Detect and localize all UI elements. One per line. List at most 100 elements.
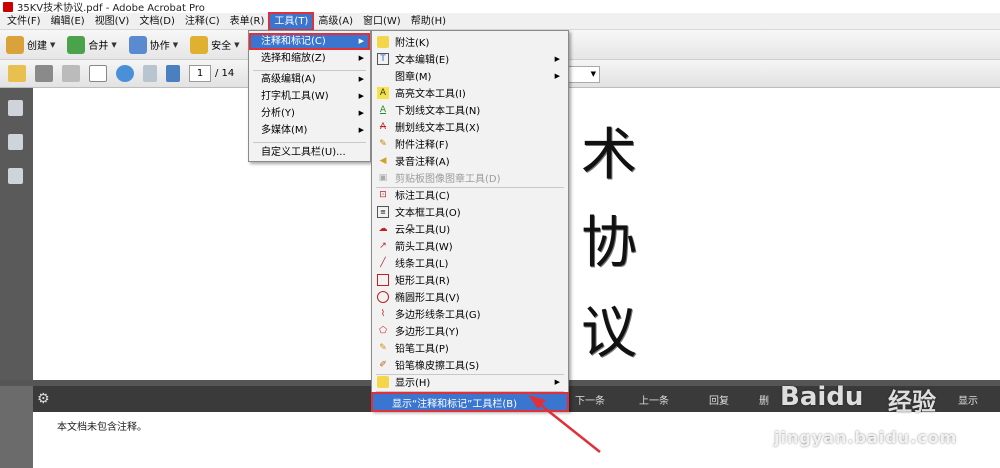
clipboard-stamp-icon: ▣ xyxy=(378,172,388,183)
document-text: 协 xyxy=(581,211,637,276)
save-icon[interactable] xyxy=(62,65,80,82)
pages-icon[interactable] xyxy=(8,100,23,116)
submenu-item-stamps[interactable]: 图章(M) ▶ xyxy=(372,67,568,84)
menu-item-advanced-editing[interactable]: 高级编辑(A) ▶ xyxy=(249,71,370,88)
chevron-down-icon: ▼ xyxy=(50,40,56,49)
arrow-icon: ↗ xyxy=(379,240,387,251)
submenu-item-arrow[interactable]: ↗ 箭头工具(W) xyxy=(372,237,568,254)
document-text: 议 xyxy=(581,301,637,366)
menu-help[interactable]: 帮助(H) xyxy=(406,13,451,30)
combine-label: 合并 xyxy=(88,41,109,52)
submenu-item-text-edits[interactable]: T 文本编辑(E) ▶ xyxy=(372,50,568,67)
submenu-item-pencil[interactable]: ✎ 铅笔工具(P) xyxy=(372,339,568,356)
bookmarks-icon[interactable] xyxy=(8,134,23,150)
submenu-item-cloud[interactable]: ☁ 云朵工具(U) xyxy=(372,220,568,237)
submenu-item-label: 显示“注释和标记”工具栏(B) xyxy=(392,398,518,410)
create-button[interactable]: 创建 ▼ xyxy=(6,35,56,54)
submenu-item-label: 下划线文本工具(N) xyxy=(395,106,481,117)
watermark-jingyan: 经验 xyxy=(888,388,936,416)
submenu-item-label: 云朵工具(U) xyxy=(395,225,451,236)
open-folder-icon[interactable] xyxy=(8,65,26,82)
menu-view[interactable]: 视图(V) xyxy=(90,13,135,30)
print-icon[interactable] xyxy=(35,65,53,82)
submenu-item-rectangle[interactable]: 矩形工具(R) xyxy=(372,271,568,288)
menu-separator xyxy=(253,142,366,143)
next-page-icon[interactable] xyxy=(166,65,180,82)
page-number-input[interactable]: 1 xyxy=(189,65,211,82)
gear-icon[interactable]: ⚙ xyxy=(37,391,50,407)
submenu-item-polygon[interactable]: ⬠ 多边形工具(Y) xyxy=(372,322,568,339)
menu-tools[interactable]: 工具(T) xyxy=(268,11,315,31)
textbox-icon: ≡ xyxy=(377,205,389,218)
show-icon xyxy=(377,375,389,388)
pencil-icon: ✎ xyxy=(379,342,387,353)
chevron-right-icon: ▶ xyxy=(554,71,560,80)
acrobat-app-icon xyxy=(3,1,13,12)
underline-icon: A xyxy=(379,104,387,115)
submenu-item-underline[interactable]: A 下划线文本工具(N) xyxy=(372,101,568,118)
globe-icon[interactable] xyxy=(116,65,134,82)
submenu-item-polyline[interactable]: ⌇ 多边形线条工具(G) xyxy=(372,305,568,322)
submenu-item-show-markup-toolbar[interactable]: 显示“注释和标记”工具栏(B) xyxy=(371,392,569,412)
chevron-right-icon: ▶ xyxy=(358,126,364,134)
chevron-right-icon: ▶ xyxy=(358,75,364,83)
menu-item-label: 高级编辑(A) xyxy=(261,74,316,85)
signatures-icon[interactable] xyxy=(8,168,23,184)
menu-separator xyxy=(376,391,564,392)
submenu-item-sticky-note[interactable]: 附注(K) xyxy=(372,33,568,50)
submenu-item-label: 铅笔工具(P) xyxy=(395,344,449,355)
menu-item-select-zoom[interactable]: 选择和缩放(Z) ▶ xyxy=(249,50,370,67)
submenu-item-attach-file[interactable]: ✎ 附件注释(F) xyxy=(372,135,568,152)
menu-item-typewriter[interactable]: 打字机工具(W) ▶ xyxy=(249,88,370,105)
stamp-icon xyxy=(377,70,389,82)
combine-button[interactable]: 合并 ▼ xyxy=(67,35,117,54)
email-icon[interactable] xyxy=(89,65,107,82)
menu-item-label: 自定义工具栏(U)... xyxy=(261,147,346,158)
menu-advanced[interactable]: 高级(A) xyxy=(313,13,358,30)
menu-forms[interactable]: 表单(R) xyxy=(225,13,270,30)
document-text: 术 xyxy=(581,123,637,188)
menu-item-multimedia[interactable]: 多媒体(M) ▶ xyxy=(249,122,370,139)
menu-item-customize-toolbars[interactable]: 自定义工具栏(U)... xyxy=(249,144,370,161)
submenu-item-label: 显示(H) xyxy=(395,378,431,389)
menu-file[interactable]: 文件(F) xyxy=(2,13,46,30)
chevron-down-icon: ▼ xyxy=(111,40,117,49)
menu-bar: 文件(F) 编辑(E) 视图(V) 文档(D) 注释(C) 表单(R) 工具(T… xyxy=(0,11,1000,31)
reply-button[interactable]: 回复 xyxy=(709,392,729,407)
secure-button[interactable]: 安全 ▼ xyxy=(190,35,240,54)
menu-document[interactable]: 文档(D) xyxy=(134,13,180,30)
submenu-item-oval[interactable]: 椭圆形工具(V) xyxy=(372,288,568,305)
submenu-item-line[interactable]: ╱ 线条工具(L) xyxy=(372,254,568,271)
submenu-item-strikethrough[interactable]: A 删划线文本工具(X) xyxy=(372,118,568,135)
chevron-right-icon: ▶ xyxy=(358,54,364,62)
previous-page-icon[interactable] xyxy=(143,65,157,82)
speaker-icon: ◀ xyxy=(379,155,387,166)
next-comment-button[interactable]: 下一条 xyxy=(575,392,605,407)
ellipse-icon xyxy=(377,290,389,303)
delete-button[interactable]: 删 xyxy=(759,392,769,407)
menu-item-label: 分析(Y) xyxy=(261,108,295,119)
menu-comments[interactable]: 注释(C) xyxy=(180,13,225,30)
menu-item-label: 选择和缩放(Z) xyxy=(261,53,326,64)
menu-edit[interactable]: 编辑(E) xyxy=(46,13,90,30)
submenu-item-clipboard-stamp[interactable]: ▣ 剪贴板图像图章工具(D) xyxy=(372,169,568,186)
polygon-icon: ⬠ xyxy=(379,325,387,336)
prev-comment-button[interactable]: 上一条 xyxy=(639,392,669,407)
chevron-right-icon: ▶ xyxy=(358,109,364,117)
submenu-item-pencil-eraser[interactable]: ✐ 铅笔橡皮擦工具(S) xyxy=(372,356,568,373)
menu-item-analysis[interactable]: 分析(Y) ▶ xyxy=(249,105,370,122)
pencil-eraser-icon: ✐ xyxy=(379,359,387,370)
note-icon xyxy=(377,35,389,48)
submenu-item-show[interactable]: 显示(H) ▶ xyxy=(372,373,568,390)
line-icon: ╱ xyxy=(380,257,386,268)
submenu-item-record-audio[interactable]: ◀ 录音注释(A) xyxy=(372,152,568,169)
menu-window[interactable]: 窗口(W) xyxy=(358,13,406,30)
submenu-item-callout[interactable]: ⊡ 标注工具(C) xyxy=(372,186,568,203)
chevron-down-icon: ▼ xyxy=(234,40,240,49)
menu-item-comment-markup[interactable]: 注释和标记(C) ▶ xyxy=(249,33,370,50)
submenu-item-label: 线条工具(L) xyxy=(395,259,449,270)
submenu-item-highlight[interactable]: A 高亮文本工具(I) xyxy=(372,84,568,101)
collaborate-button[interactable]: 协作 ▼ xyxy=(128,35,178,54)
rectangle-icon xyxy=(377,273,389,286)
submenu-item-textbox[interactable]: ≡ 文本框工具(O) xyxy=(372,203,568,220)
